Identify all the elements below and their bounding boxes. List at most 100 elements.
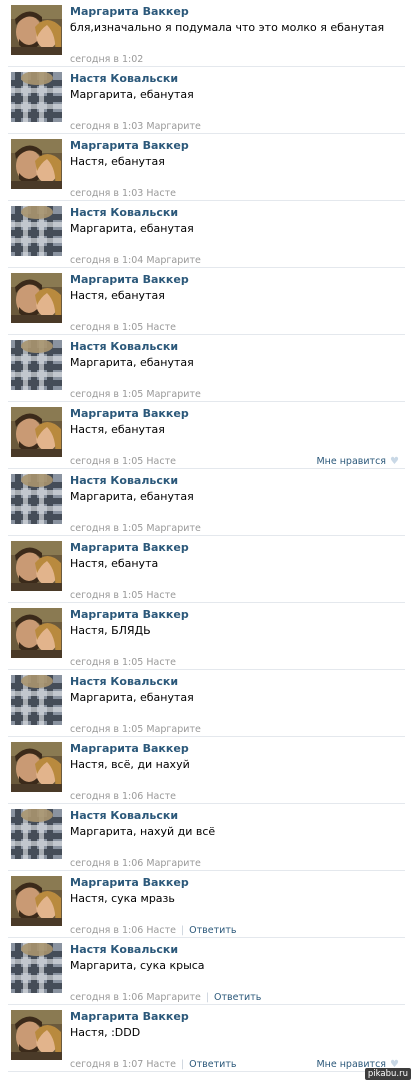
- author-link[interactable]: Маргарита Ваккер: [70, 1010, 189, 1023]
- comment-date[interactable]: сегодня в 1:05: [70, 724, 143, 735]
- avatar[interactable]: [11, 1010, 62, 1060]
- avatar[interactable]: [11, 273, 62, 323]
- comment-text: Настя, всё, ди нахуй: [70, 758, 190, 771]
- reply-to-name[interactable]: Насте: [146, 1059, 176, 1070]
- comment-date[interactable]: сегодня в 1:05: [70, 456, 143, 467]
- comment-date[interactable]: сегодня в 1:06: [70, 992, 143, 1003]
- comment-date[interactable]: сегодня в 1:05: [70, 389, 143, 400]
- reply-to-name[interactable]: Маргарите: [146, 724, 200, 735]
- avatar[interactable]: [11, 943, 62, 993]
- comment-meta: сегодня в 1:07 Насте | Ответить: [70, 1059, 236, 1070]
- author-link[interactable]: Маргарита Ваккер: [70, 608, 189, 621]
- comment-date[interactable]: сегодня в 1:02: [70, 54, 143, 65]
- comment-date[interactable]: сегодня в 1:07: [70, 1059, 143, 1070]
- comment-date[interactable]: сегодня в 1:04: [70, 255, 143, 266]
- author-link[interactable]: Маргарита Ваккер: [70, 139, 189, 152]
- reply-to-name[interactable]: Маргарите: [146, 992, 200, 1003]
- comment-meta: сегодня в 1:06 Насте: [70, 791, 176, 802]
- avatar[interactable]: [11, 675, 62, 725]
- comment-item: Маргарита Ваккер Настя, всё, ди нахуй сего…: [0, 737, 415, 804]
- reply-to-name[interactable]: Насте: [146, 791, 176, 802]
- comment-date[interactable]: сегодня в 1:06: [70, 858, 143, 869]
- reply-to-name[interactable]: Маргарите: [146, 121, 200, 132]
- author-link[interactable]: Настя Ковальски: [70, 206, 178, 219]
- author-link[interactable]: Настя Ковальски: [70, 943, 178, 956]
- reply-button[interactable]: Ответить: [189, 1059, 236, 1070]
- comment-date[interactable]: сегодня в 1:06: [70, 925, 143, 936]
- comment-item: Настя Ковальски Маргарита, ебанутая сегодн…: [0, 201, 415, 268]
- avatar[interactable]: [11, 742, 62, 792]
- comment-date[interactable]: сегодня в 1:05: [70, 657, 143, 668]
- reply-to-name[interactable]: Насте: [146, 925, 176, 936]
- author-link[interactable]: Настя Ковальски: [70, 72, 178, 85]
- comment-text: бля,изначально я подумала что это молко …: [70, 21, 385, 34]
- avatar[interactable]: [11, 72, 62, 122]
- comment-item: Маргарита Ваккер Настя, ебанутая сегодня в…: [0, 402, 415, 469]
- reply-to-name[interactable]: Насте: [146, 590, 176, 601]
- comment-text: Маргарита, сука крыса: [70, 959, 205, 972]
- meta-divider: |: [205, 992, 210, 1003]
- comment-meta: сегодня в 1:05 Насте: [70, 322, 176, 333]
- avatar[interactable]: [11, 876, 62, 926]
- comment-meta: сегодня в 1:05 Маргарите: [70, 724, 201, 735]
- comment-item: Настя Ковальски Маргарита, ебанутая сегодн…: [0, 67, 415, 134]
- avatar[interactable]: [11, 608, 62, 658]
- author-link[interactable]: Настя Ковальски: [70, 340, 178, 353]
- comment-text: Настя, ебанутая: [70, 289, 165, 302]
- avatar[interactable]: [11, 474, 62, 524]
- author-link[interactable]: Маргарита Ваккер: [70, 742, 189, 755]
- comment-date[interactable]: сегодня в 1:03: [70, 188, 143, 199]
- avatar[interactable]: [11, 206, 62, 256]
- author-link[interactable]: Настя Ковальски: [70, 809, 178, 822]
- author-link[interactable]: Маргарита Ваккер: [70, 273, 189, 286]
- reply-button[interactable]: Ответить: [214, 992, 261, 1003]
- comment-meta: сегодня в 1:03 Маргарите: [70, 121, 201, 132]
- avatar[interactable]: [11, 407, 62, 457]
- reply-button[interactable]: Ответить: [189, 925, 236, 936]
- author-link[interactable]: Маргарита Ваккер: [70, 5, 189, 18]
- comment-date[interactable]: сегодня в 1:05: [70, 322, 143, 333]
- reply-to-name[interactable]: Насте: [146, 188, 176, 199]
- comment-date[interactable]: сегодня в 1:03: [70, 121, 143, 132]
- comment-item: Настя Ковальски Маргарита, ебанутая сегодн…: [0, 670, 415, 737]
- meta-divider: |: [180, 1059, 185, 1070]
- comment-date[interactable]: сегодня в 1:05: [70, 523, 143, 534]
- comment-date[interactable]: сегодня в 1:06: [70, 791, 143, 802]
- comment-meta: сегодня в 1:03 Насте: [70, 188, 176, 199]
- comment-meta: сегодня в 1:06 Насте | Ответить: [70, 925, 236, 936]
- reply-to-name[interactable]: Маргарите: [146, 523, 200, 534]
- comment-item: Маргарита Ваккер Настя, сука мразь сегодня…: [0, 871, 415, 938]
- avatar[interactable]: [11, 340, 62, 390]
- comment-item: Маргарита Ваккер Настя, ебанута сегодня в …: [0, 536, 415, 603]
- author-link[interactable]: Маргарита Ваккер: [70, 876, 189, 889]
- avatar[interactable]: [11, 809, 62, 859]
- author-link[interactable]: Маргарита Ваккер: [70, 407, 189, 420]
- comment-meta: сегодня в 1:05 Насте: [70, 590, 176, 601]
- author-link[interactable]: Настя Ковальски: [70, 675, 178, 688]
- comment-meta: сегодня в 1:05 Насте: [70, 456, 176, 467]
- comment-meta: сегодня в 1:05 Насте: [70, 657, 176, 668]
- comment-text: Настя, ебанута: [70, 557, 159, 570]
- reply-to-name[interactable]: Маргарите: [146, 255, 200, 266]
- avatar[interactable]: [11, 5, 62, 55]
- author-link[interactable]: Маргарита Ваккер: [70, 541, 189, 554]
- reply-to-name[interactable]: Маргарите: [146, 858, 200, 869]
- like-button[interactable]: Мне нравится ♥: [316, 456, 399, 467]
- author-link[interactable]: Настя Ковальски: [70, 474, 178, 487]
- comment-date[interactable]: сегодня в 1:05: [70, 590, 143, 601]
- reply-to-name[interactable]: Насте: [146, 456, 176, 467]
- comment-item: Маргарита Ваккер Настя, ебанутая сегодня в…: [0, 134, 415, 201]
- comment-text: Настя, БЛЯДЬ: [70, 624, 151, 637]
- comment-item: Маргарита Ваккер Настя, :DDD сегодня в 1:0…: [0, 1005, 415, 1072]
- avatar[interactable]: [11, 541, 62, 591]
- divider: [8, 1071, 405, 1072]
- meta-divider: |: [180, 925, 185, 936]
- comment-meta: сегодня в 1:06 Маргарите: [70, 858, 201, 869]
- reply-to-name[interactable]: Маргарите: [146, 389, 200, 400]
- comment-item: Маргарита Ваккер Настя, БЛЯДЬ сегодня в 1:…: [0, 603, 415, 670]
- reply-to-name[interactable]: Насте: [146, 657, 176, 668]
- avatar[interactable]: [11, 139, 62, 189]
- reply-to-name[interactable]: Насте: [146, 322, 176, 333]
- comment-item: Настя Ковальски Маргарита, ебанутая сегодн…: [0, 469, 415, 536]
- comment-meta: сегодня в 1:06 Маргарите | Ответить: [70, 992, 261, 1003]
